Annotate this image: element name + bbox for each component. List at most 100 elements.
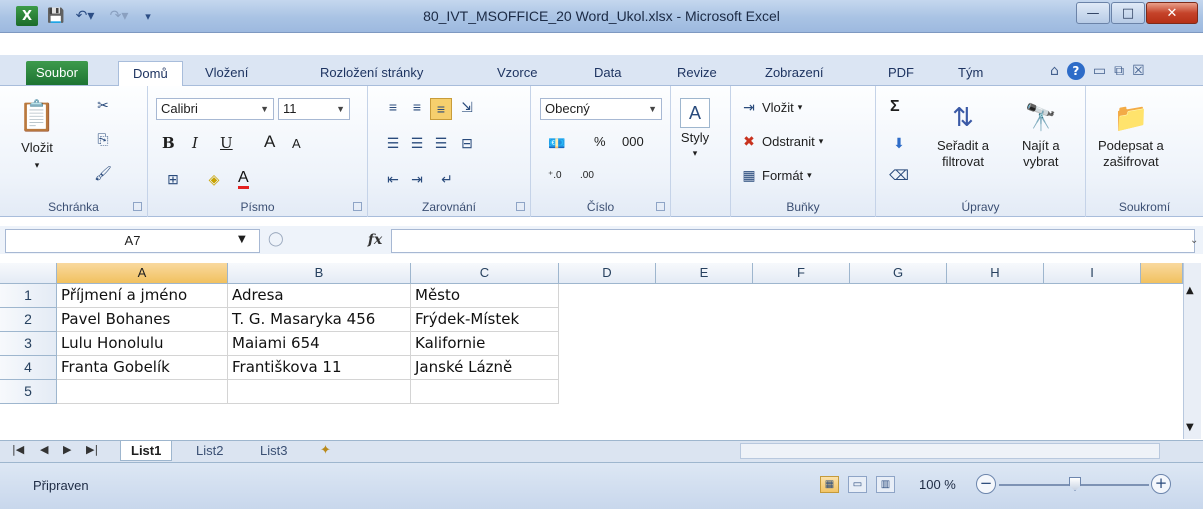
scroll-down-icon[interactable]: ▼ bbox=[1186, 422, 1194, 433]
formula-input[interactable] bbox=[391, 229, 1195, 253]
tab-insert[interactable]: Vložení bbox=[205, 61, 248, 86]
scroll-up-icon[interactable]: ▲ bbox=[1186, 285, 1194, 296]
borders-icon[interactable]: ⊞ bbox=[164, 170, 182, 188]
column-header[interactable]: G bbox=[850, 263, 947, 284]
column-header[interactable] bbox=[1141, 263, 1183, 284]
wrap-text-icon[interactable]: ↵ bbox=[438, 170, 456, 188]
font-color-button[interactable]: A bbox=[238, 170, 249, 189]
zoom-level[interactable]: 100 % bbox=[919, 477, 956, 492]
tab-data[interactable]: Data bbox=[594, 61, 621, 86]
column-header[interactable]: I bbox=[1044, 263, 1141, 284]
bold-button[interactable]: B bbox=[162, 134, 175, 152]
column-header[interactable]: H bbox=[947, 263, 1044, 284]
fill-icon[interactable]: ⬇ bbox=[890, 134, 908, 152]
shrink-font-button[interactable]: A bbox=[292, 136, 301, 151]
prev-sheet-icon[interactable]: ◀ bbox=[40, 443, 48, 456]
close-workbook-icon[interactable]: ☒ bbox=[1132, 63, 1145, 79]
table-cell[interactable]: Maiami 654 bbox=[228, 332, 411, 356]
window-workbook-icon[interactable]: ⧉ bbox=[1114, 63, 1124, 79]
column-header[interactable]: A bbox=[57, 263, 228, 284]
page-layout-view-button[interactable]: ▭ bbox=[848, 476, 867, 493]
sheet-tab[interactable]: List2 bbox=[186, 441, 233, 461]
format-painter-icon[interactable]: 🖌 bbox=[94, 164, 112, 182]
table-cell[interactable] bbox=[57, 380, 228, 404]
align-bottom-icon[interactable]: ≡ bbox=[430, 98, 452, 120]
tab-file[interactable]: Soubor bbox=[26, 61, 88, 85]
cancel-formula-icon[interactable]: ◯ bbox=[268, 231, 284, 247]
last-sheet-icon[interactable]: ▶| bbox=[86, 443, 98, 456]
orientation-icon[interactable]: ⇲ bbox=[458, 98, 476, 116]
row-header[interactable]: 4 bbox=[0, 356, 57, 380]
row-header[interactable]: 3 bbox=[0, 332, 57, 356]
table-cell[interactable]: Kalifornie bbox=[411, 332, 559, 356]
percent-button[interactable]: % bbox=[594, 134, 606, 149]
zoom-out-button[interactable]: − bbox=[976, 474, 996, 494]
table-cell[interactable]: Frýdek-Místek bbox=[411, 308, 559, 332]
clear-icon[interactable]: ⌫ bbox=[889, 166, 909, 184]
table-cell[interactable]: Adresa bbox=[228, 284, 411, 308]
tab-pdf[interactable]: PDF bbox=[888, 61, 914, 86]
table-cell[interactable]: Františkova 11 bbox=[228, 356, 411, 380]
table-cell[interactable]: Janské Lázně bbox=[411, 356, 559, 380]
column-header[interactable]: C bbox=[411, 263, 559, 284]
name-box-dropdown-icon[interactable]: ▼ bbox=[238, 234, 246, 245]
tab-team[interactable]: Tým bbox=[958, 61, 983, 86]
copy-icon[interactable]: ⎘ bbox=[94, 130, 112, 148]
autosum-button[interactable]: Σ bbox=[890, 98, 900, 116]
column-header[interactable]: F bbox=[753, 263, 850, 284]
table-cell[interactable]: Lulu Honolulu bbox=[57, 332, 228, 356]
clipboard-launcher-icon[interactable] bbox=[133, 202, 142, 211]
tab-home[interactable]: Domů bbox=[118, 61, 183, 87]
table-cell[interactable]: Franta Gobelík bbox=[57, 356, 228, 380]
decrease-indent-icon[interactable]: ⇤ bbox=[384, 170, 402, 188]
alignment-launcher-icon[interactable] bbox=[516, 202, 525, 211]
table-cell[interactable]: Město bbox=[411, 284, 559, 308]
increase-indent-icon[interactable]: ⇥ bbox=[408, 170, 426, 188]
find-select-button[interactable]: 🔭 Najít a vybrat bbox=[1022, 96, 1060, 170]
row-header[interactable]: 5 bbox=[0, 380, 57, 404]
table-cell[interactable]: Příjmení a jméno bbox=[57, 284, 228, 308]
row-header[interactable]: 2 bbox=[0, 308, 57, 332]
sort-filter-button[interactable]: ⇅ Seřadit a filtrovat bbox=[937, 96, 989, 170]
thousands-button[interactable]: 000 bbox=[622, 134, 644, 149]
page-break-view-button[interactable]: ▥ bbox=[876, 476, 895, 493]
fill-color-icon[interactable]: ◈ bbox=[205, 170, 223, 188]
next-sheet-icon[interactable]: ▶ bbox=[63, 443, 71, 456]
number-launcher-icon[interactable] bbox=[656, 202, 665, 211]
font-size-combo[interactable]: 11 ▼ bbox=[278, 98, 350, 120]
sheet-tab[interactable]: List3 bbox=[250, 441, 297, 461]
normal-view-button[interactable]: ▦ bbox=[820, 476, 839, 493]
align-right-icon[interactable]: ☰ bbox=[432, 134, 450, 152]
expand-formula-icon[interactable]: ⌄ bbox=[1190, 235, 1198, 246]
table-cell[interactable]: T. G. Masaryka 456 bbox=[228, 308, 411, 332]
table-cell[interactable]: Pavel Bohanes bbox=[57, 308, 228, 332]
minimize-button[interactable]: — bbox=[1076, 2, 1110, 24]
zoom-in-button[interactable]: + bbox=[1151, 474, 1171, 494]
table-cell[interactable] bbox=[411, 380, 559, 404]
row-header[interactable]: 1 bbox=[0, 284, 57, 308]
column-header[interactable]: D bbox=[559, 263, 656, 284]
close-button[interactable]: ✕ bbox=[1146, 2, 1198, 24]
insert-cells-button[interactable]: ⇥ Vložit ▾ bbox=[740, 98, 802, 116]
styles-button[interactable]: A Styly ▾ bbox=[680, 98, 710, 159]
paste-button[interactable]: 📋 Vložit ▾ bbox=[18, 96, 55, 171]
italic-button[interactable]: I bbox=[192, 134, 198, 152]
align-top-icon[interactable]: ≡ bbox=[384, 98, 402, 116]
tab-page-layout[interactable]: Rozložení stránky bbox=[320, 61, 423, 86]
tab-formulas[interactable]: Vzorce bbox=[497, 61, 537, 86]
insert-sheet-icon[interactable]: ✦ bbox=[320, 443, 331, 458]
horizontal-scrollbar[interactable] bbox=[740, 443, 1160, 459]
restore-workbook-icon[interactable]: ▭ bbox=[1093, 63, 1106, 79]
increase-decimal-icon[interactable]: ⁺.0 bbox=[548, 170, 562, 181]
sheet-tab[interactable]: List1 bbox=[120, 441, 173, 461]
help-icon[interactable]: ? bbox=[1066, 62, 1085, 80]
maximize-button[interactable]: □ bbox=[1111, 2, 1145, 24]
first-sheet-icon[interactable]: |◀ bbox=[12, 443, 24, 456]
cut-icon[interactable]: ✂ bbox=[94, 96, 112, 114]
insert-function-button[interactable]: fx bbox=[360, 229, 390, 253]
align-center-icon[interactable]: ☰ bbox=[408, 134, 426, 152]
accounting-format-icon[interactable]: 💶 bbox=[548, 134, 566, 152]
column-header[interactable]: B bbox=[228, 263, 411, 284]
sign-encrypt-button[interactable]: 📁 Podepsat a zašifrovat bbox=[1098, 96, 1164, 170]
minimize-ribbon-icon[interactable]: ⌂ bbox=[1050, 63, 1059, 79]
